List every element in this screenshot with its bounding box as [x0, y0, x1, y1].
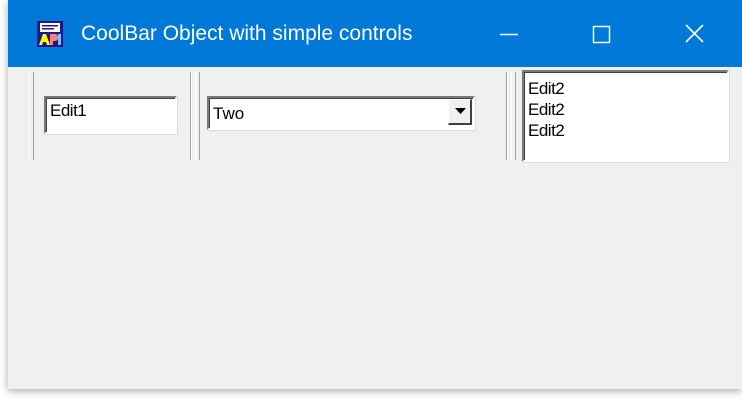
combo-dropdown-button[interactable]	[448, 99, 472, 125]
band-3-gripper[interactable]	[511, 72, 516, 160]
close-icon	[685, 24, 704, 43]
app-icon[interactable]	[37, 21, 63, 47]
band-separator	[506, 72, 508, 160]
maximize-button[interactable]	[555, 0, 648, 67]
band-separator	[190, 72, 192, 160]
edit2-multiline-textbox[interactable]: Edit2 Edit2 Edit2	[522, 70, 729, 162]
coolbar: Edit1 Two Edit2 Edit2 Edit2	[8, 67, 742, 167]
edit2-line: Edit2	[528, 100, 565, 119]
maximize-icon	[592, 25, 611, 44]
band-1-gripper[interactable]	[29, 72, 34, 160]
combo-box[interactable]: Two	[207, 96, 475, 130]
close-button[interactable]	[648, 0, 741, 67]
edit1-textbox[interactable]: Edit1	[44, 96, 177, 134]
band-2-gripper[interactable]	[195, 72, 200, 160]
minimize-button[interactable]	[462, 0, 555, 67]
dropdown-arrow-icon	[455, 108, 466, 114]
client-area: Edit1 Two Edit2 Edit2 Edit2	[8, 67, 742, 389]
window-title: CoolBar Object with simple controls	[81, 22, 413, 45]
minimize-icon	[500, 33, 518, 36]
edit2-line: Edit2	[528, 79, 565, 98]
title-bar[interactable]: CoolBar Object with simple controls	[8, 0, 742, 67]
app-window: CoolBar Object with simple controls Edit…	[8, 0, 742, 389]
edit2-line: Edit2	[528, 121, 565, 140]
combo-selected-value: Two	[213, 104, 245, 123]
